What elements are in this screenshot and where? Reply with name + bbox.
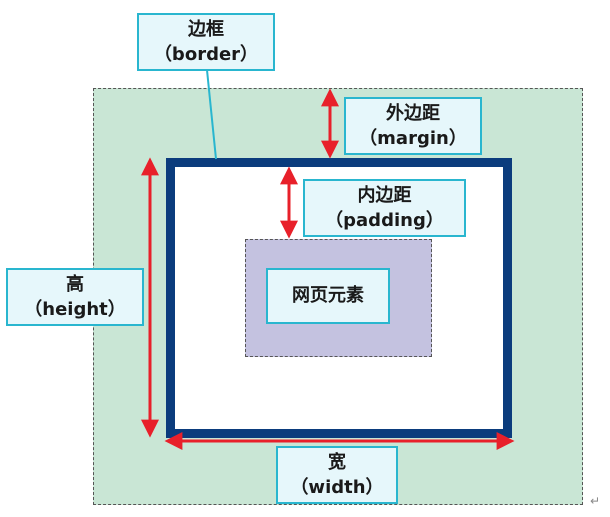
border-label-connector — [206, 69, 217, 160]
padding-label-en: （padding） — [325, 210, 444, 231]
return-mark: ↵ — [590, 494, 601, 508]
border-label-en: （border） — [153, 44, 259, 65]
arrows-layer — [141, 69, 515, 450]
content-label-text: 网页元素 — [292, 285, 364, 307]
margin-label-en: （margin） — [359, 128, 467, 149]
width-label: 宽 （width） — [276, 446, 398, 504]
content-label: 网页元素 — [266, 268, 390, 324]
height-label-cn: 高 — [66, 273, 84, 295]
border-label: 边框 （border） — [137, 13, 275, 71]
height-label-en: （height） — [24, 299, 126, 320]
padding-label-cn: 内边距 — [357, 184, 412, 206]
padding-label: 内边距 （padding） — [303, 179, 466, 237]
margin-label-cn: 外边距 — [386, 102, 440, 124]
width-label-cn: 宽 — [328, 451, 346, 473]
margin-label: 外边距 （margin） — [344, 97, 482, 155]
height-label: 高 （height） — [6, 268, 144, 326]
width-label-en: （width） — [290, 477, 384, 498]
border-label-cn: 边框 — [188, 18, 224, 40]
